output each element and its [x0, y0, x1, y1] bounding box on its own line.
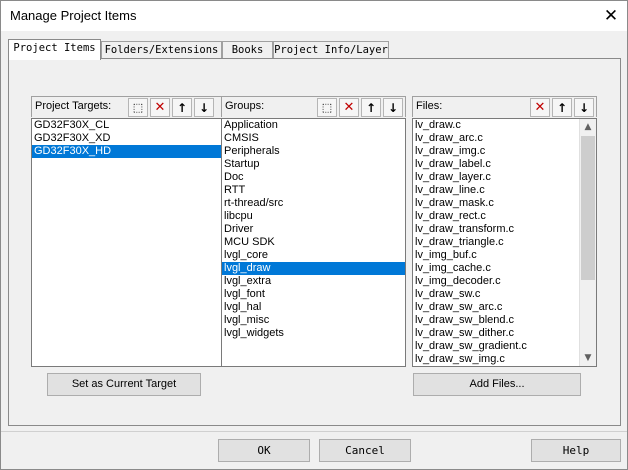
targets-label: Project Targets:: [35, 100, 112, 112]
tab-folders-extensions[interactable]: Folders/Extensions: [101, 41, 222, 59]
targets-header: Project Targets: ⬚ ✕ ↑ ↓: [31, 96, 224, 117]
scroll-down-icon[interactable]: ▼: [580, 350, 596, 366]
list-item[interactable]: lv_img_cache.c: [413, 262, 596, 275]
files-list[interactable]: lv_draw.c lv_draw_arc.c lv_draw_img.c lv_dr…: [412, 118, 597, 367]
groups-header: Groups: ⬚ ✕ ↑ ↓: [221, 96, 406, 117]
list-item[interactable]: GD32F30X_XD: [32, 132, 222, 145]
list-item[interactable]: lv_draw_img.c: [413, 145, 596, 158]
list-item[interactable]: lvgl_extra: [222, 275, 405, 288]
tab-books[interactable]: Books: [222, 41, 273, 59]
list-item[interactable]: Doc: [222, 171, 405, 184]
delete-file-icon[interactable]: ✕: [530, 98, 550, 117]
list-item[interactable]: libcpu: [222, 210, 405, 223]
list-item[interactable]: Application: [222, 119, 405, 132]
set-current-target-button[interactable]: Set as Current Target: [47, 373, 201, 396]
list-item[interactable]: lvgl_misc: [222, 314, 405, 327]
delete-group-icon[interactable]: ✕: [339, 98, 359, 117]
move-up-target-icon[interactable]: ↑: [172, 98, 192, 117]
footer-divider: [1, 431, 627, 432]
groups-list[interactable]: Application CMSIS Peripherals Startup Doc RTT…: [221, 118, 406, 367]
cancel-button[interactable]: Cancel: [319, 439, 411, 462]
list-item[interactable]: lvgl_draw: [222, 262, 405, 275]
list-item[interactable]: Startup: [222, 158, 405, 171]
new-group-icon[interactable]: ⬚: [317, 98, 337, 117]
list-item[interactable]: GD32F30X_HD: [32, 145, 222, 158]
list-item[interactable]: lv_draw_transform.c: [413, 223, 596, 236]
move-up-file-icon[interactable]: ↑: [552, 98, 572, 117]
list-item[interactable]: rt-thread/src: [222, 197, 405, 210]
close-icon[interactable]: ✕: [599, 5, 623, 27]
files-header: Files: ✕ ↑ ↓: [412, 96, 597, 117]
list-item[interactable]: lvgl_hal: [222, 301, 405, 314]
scroll-up-icon[interactable]: ▲: [580, 119, 596, 135]
window-title: Manage Project Items: [10, 8, 137, 23]
move-down-target-icon[interactable]: ↓: [194, 98, 214, 117]
list-item[interactable]: MCU SDK: [222, 236, 405, 249]
list-item[interactable]: GD32F30X_CL: [32, 119, 222, 132]
list-item[interactable]: lv_draw.c: [413, 119, 596, 132]
list-item[interactable]: lv_draw_label.c: [413, 158, 596, 171]
scroll-thumb[interactable]: [581, 136, 595, 280]
list-item[interactable]: lv_draw_sw_blend.c: [413, 314, 596, 327]
ok-button[interactable]: OK: [218, 439, 310, 462]
list-item[interactable]: RTT: [222, 184, 405, 197]
list-item[interactable]: lv_draw_layer.c: [413, 171, 596, 184]
list-item[interactable]: lv_draw_arc.c: [413, 132, 596, 145]
list-item[interactable]: CMSIS: [222, 132, 405, 145]
move-down-file-icon[interactable]: ↓: [574, 98, 594, 117]
files-scrollbar[interactable]: ▲ ▼: [579, 119, 596, 366]
title-bar: Manage Project Items ✕: [1, 1, 627, 31]
new-target-icon[interactable]: ⬚: [128, 98, 148, 117]
list-item[interactable]: lv_draw_sw_gradient.c: [413, 340, 596, 353]
manage-project-items-dialog: Manage Project Items ✕ Project Items Fol…: [0, 0, 628, 470]
add-files-button[interactable]: Add Files...: [413, 373, 581, 396]
list-item[interactable]: Peripherals: [222, 145, 405, 158]
list-item[interactable]: lv_draw_mask.c: [413, 197, 596, 210]
list-item[interactable]: lvgl_widgets: [222, 327, 405, 340]
move-down-group-icon[interactable]: ↓: [383, 98, 403, 117]
tab-project-info-layer[interactable]: Project Info/Layer: [273, 41, 389, 59]
list-item[interactable]: lv_draw_sw_img.c: [413, 353, 596, 366]
list-item[interactable]: lv_draw_sw.c: [413, 288, 596, 301]
tab-project-items[interactable]: Project Items: [8, 39, 101, 60]
groups-label: Groups:: [225, 100, 265, 112]
list-item[interactable]: lv_draw_line.c: [413, 184, 596, 197]
list-item[interactable]: lv_draw_rect.c: [413, 210, 596, 223]
help-button[interactable]: Help: [531, 439, 621, 462]
list-item[interactable]: lvgl_font: [222, 288, 405, 301]
delete-target-icon[interactable]: ✕: [150, 98, 170, 117]
list-item[interactable]: lv_draw_sw_dither.c: [413, 327, 596, 340]
list-item[interactable]: lv_img_decoder.c: [413, 275, 596, 288]
move-up-group-icon[interactable]: ↑: [361, 98, 381, 117]
tab-page-project-items: Project Targets: ⬚ ✕ ↑ ↓ GD32F30X_CL GD32…: [8, 58, 621, 426]
list-item[interactable]: lvgl_core: [222, 249, 405, 262]
list-item[interactable]: Driver: [222, 223, 405, 236]
files-label: Files:: [416, 100, 443, 112]
list-item[interactable]: lv_draw_triangle.c: [413, 236, 596, 249]
list-item[interactable]: lv_img_buf.c: [413, 249, 596, 262]
list-item[interactable]: lv_draw_sw_arc.c: [413, 301, 596, 314]
targets-list[interactable]: GD32F30X_CL GD32F30X_XD GD32F30X_HD: [31, 118, 223, 367]
